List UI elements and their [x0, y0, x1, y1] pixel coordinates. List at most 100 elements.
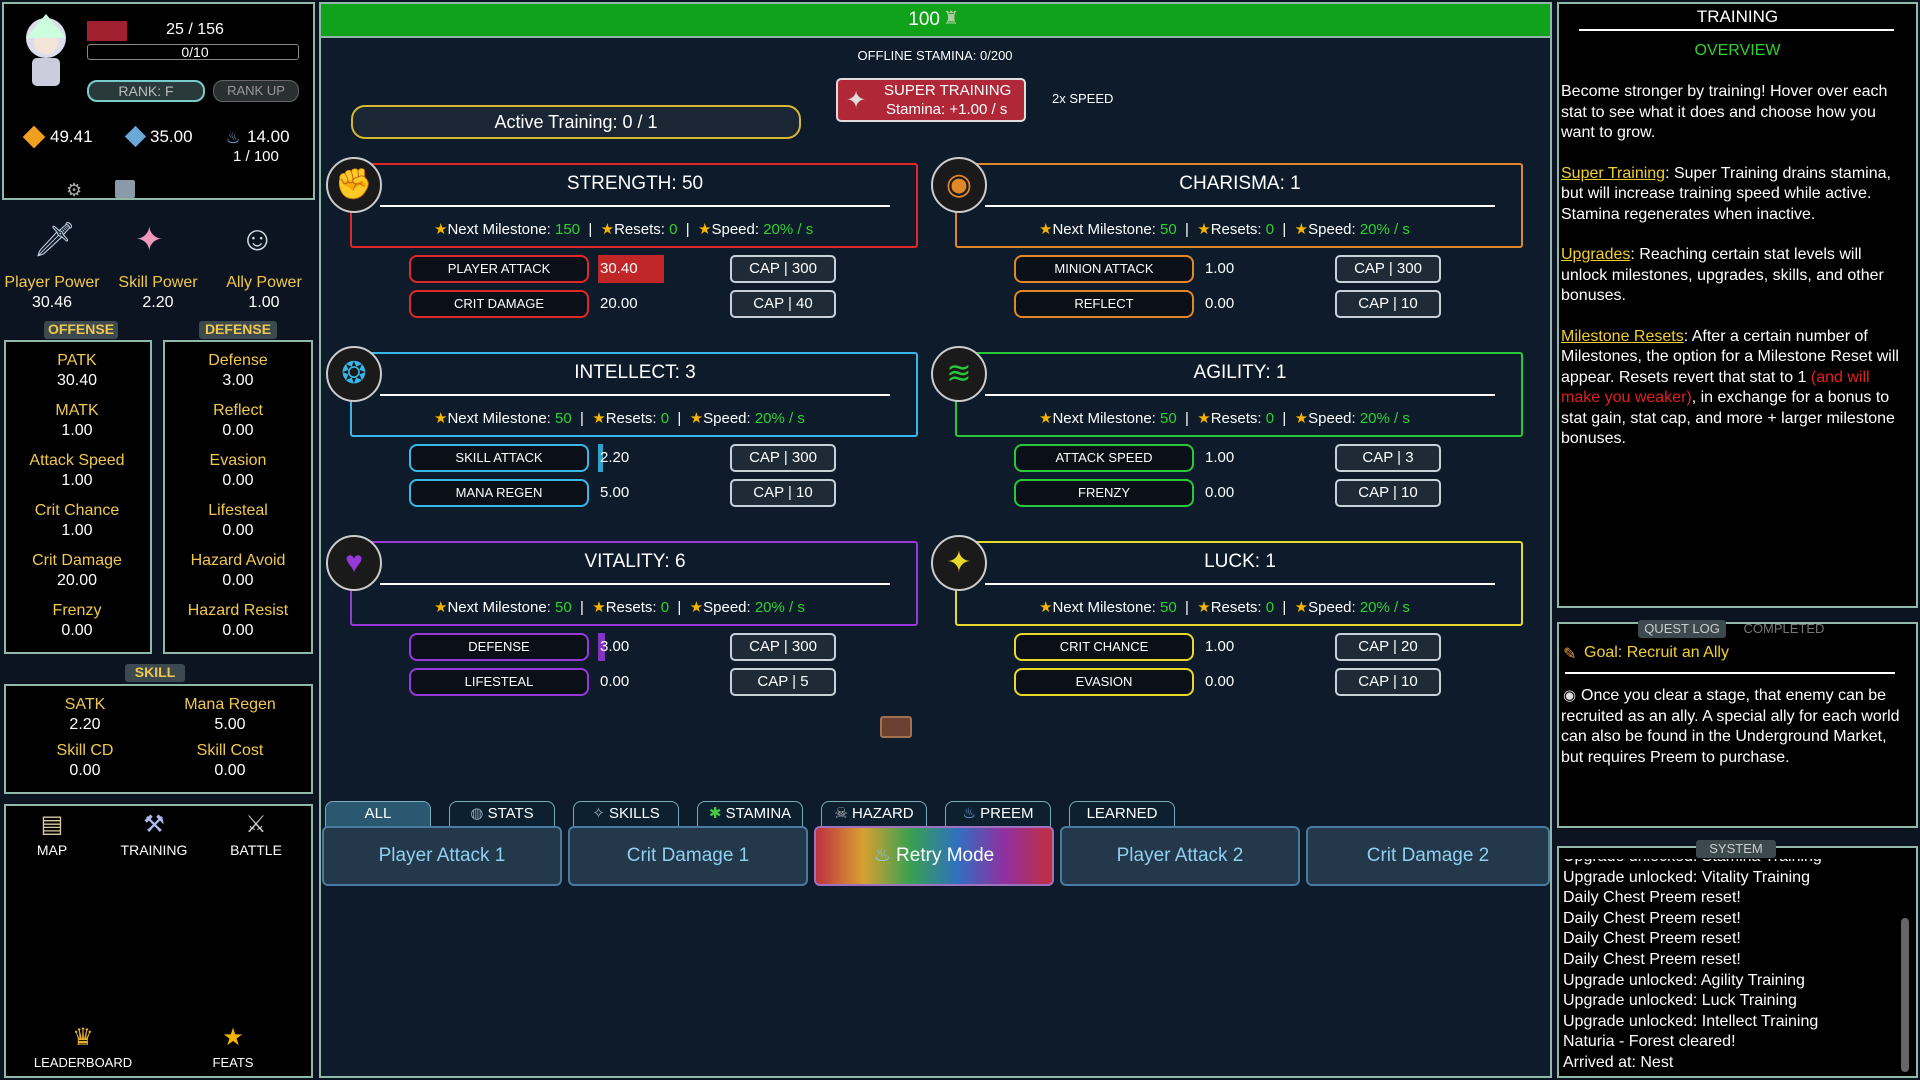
- rank-up-button[interactable]: RANK UP: [213, 80, 299, 102]
- cap-button[interactable]: CAP | 40: [730, 290, 836, 318]
- stat-name: CRIT DAMAGE: [409, 290, 589, 318]
- tab-stats[interactable]: ◍ STATS: [449, 801, 555, 827]
- milestone-value: 50: [1160, 599, 1177, 616]
- log-line: Daily Chest Preem reset!: [1563, 930, 1741, 948]
- quest-log-tab[interactable]: QUEST LOG: [1638, 620, 1726, 638]
- settings-icon[interactable]: ⚙: [66, 180, 82, 201]
- map-label: MAP: [36, 842, 68, 858]
- trophy-icon: ♛: [72, 1024, 94, 1051]
- training-button[interactable]: ⚒ TRAINING: [114, 810, 194, 858]
- stat-value: 1.00: [1205, 260, 1235, 277]
- chest-icon[interactable]: [880, 716, 912, 738]
- stat-name: REFLECT: [1014, 290, 1194, 318]
- upgrades-link[interactable]: Upgrades: [1561, 246, 1630, 263]
- super-training-link[interactable]: Super Training: [1561, 165, 1665, 182]
- system-header: SYSTEM: [1696, 840, 1776, 858]
- cap-button[interactable]: CAP | 10: [1335, 290, 1441, 318]
- system-scrollbar[interactable]: [1901, 918, 1909, 1072]
- super-training-sub: Stamina: +1.00 / s: [886, 101, 1008, 118]
- tab-hazard[interactable]: ☠ HAZARD: [821, 801, 927, 827]
- stat-name: PLAYER ATTACK: [409, 255, 589, 283]
- cap-button[interactable]: CAP | 3: [1335, 444, 1441, 472]
- mana-regen-label: Mana Regen: [184, 696, 276, 713]
- quick-crit-damage-1[interactable]: Crit Damage 1: [568, 826, 808, 886]
- skill-header: SKILL: [125, 664, 185, 682]
- skill-cost-value: 0.00: [214, 762, 246, 779]
- star-icon: ★: [592, 410, 606, 427]
- skill-cd-label: Skill CD: [56, 742, 114, 759]
- stat-card-title: CHARISMA: 1: [1179, 173, 1301, 194]
- cap-button[interactable]: CAP | 300: [730, 255, 836, 283]
- cap-button[interactable]: CAP | 5: [730, 668, 836, 696]
- resets-value: 0: [1265, 221, 1275, 238]
- crit-damage-value: 20.00: [56, 572, 98, 589]
- log-line: Upgrade unlocked: Vitality Training: [1563, 868, 1810, 886]
- hazard-avoid-value: 0.00: [222, 572, 254, 589]
- info-intro: Become stronger by training! Hover over …: [1561, 83, 1888, 141]
- intellect-icon: ❂: [326, 346, 382, 402]
- completed-tab[interactable]: COMPLETED: [1736, 620, 1832, 638]
- stat-card-divider: [380, 205, 890, 207]
- gold-value: 49.41: [50, 127, 93, 146]
- tab-hazard-label: HAZARD: [851, 805, 914, 822]
- cap-button[interactable]: CAP | 10: [1335, 668, 1441, 696]
- quick-player-attack-1[interactable]: Player Attack 1: [322, 826, 562, 886]
- save-icon[interactable]: [115, 180, 135, 198]
- cap-button[interactable]: CAP | 10: [730, 479, 836, 507]
- info-body: Become stronger by training! Hover over …: [1561, 82, 1911, 470]
- tab-stamina-label: STAMINA: [725, 805, 792, 822]
- star-icon: ★: [1197, 410, 1211, 427]
- strength-icon: ✊: [326, 157, 382, 213]
- speed-label: Speed:: [1308, 599, 1356, 616]
- speed-value: 20% / s: [754, 410, 805, 427]
- hp-text: 25 / 156: [166, 21, 224, 38]
- speed-label: Speed:: [703, 599, 751, 616]
- star-icon: ★: [1294, 599, 1309, 616]
- milestone-row: ★Next Milestone: 50 | ★Resets: 0 | ★Spee…: [434, 599, 805, 616]
- resets-value: 0: [1265, 410, 1275, 427]
- star-icon: ★: [434, 599, 448, 616]
- log-line: Daily Chest Preem reset!: [1563, 889, 1741, 907]
- super-training-button[interactable]: ✦ SUPER TRAINING Stamina: +1.00 / s: [836, 78, 1026, 122]
- milestone-label: Next Milestone:: [1052, 221, 1156, 238]
- tab-skills-label: SKILLS: [608, 805, 660, 822]
- tab-skills[interactable]: ✧ SKILLS: [573, 801, 679, 827]
- log-line: Upgrade unlocked: Agility Training: [1563, 971, 1805, 989]
- hazard-avoid-label: Hazard Avoid: [190, 552, 286, 569]
- stat-card-title: STRENGTH: 50: [566, 173, 704, 194]
- stat-value: 5.00: [600, 484, 630, 501]
- resets-value: 0: [1265, 599, 1275, 616]
- info-title-line: [1579, 29, 1894, 31]
- tab-stamina[interactable]: ✱ STAMINA: [697, 801, 803, 827]
- stat-card-divider: [985, 583, 1495, 585]
- cap-button[interactable]: CAP | 300: [730, 444, 836, 472]
- leaderboard-button[interactable]: ♛ LEADERBOARD: [28, 1023, 138, 1070]
- quick-player-attack-2[interactable]: Player Attack 2: [1060, 826, 1300, 886]
- log-line: Naturia - Forest cleared!: [1563, 1033, 1736, 1051]
- leaderboard-label: LEADERBOARD: [33, 1055, 133, 1070]
- quick-crit-damage-2[interactable]: Crit Damage 2: [1306, 826, 1550, 886]
- cap-button[interactable]: CAP | 300: [1335, 255, 1441, 283]
- map-button[interactable]: ▤ MAP: [22, 810, 82, 858]
- avatar[interactable]: [18, 14, 74, 90]
- quest-goal: Goal: Recruit an Ally: [1584, 644, 1729, 661]
- milestone-label: Next Milestone:: [447, 599, 551, 616]
- retry-mode-button[interactable]: ♨ Retry Mode: [814, 826, 1054, 886]
- feats-button[interactable]: ★ FEATS: [208, 1023, 258, 1070]
- tab-all[interactable]: ALL: [325, 801, 431, 827]
- feats-label: FEATS: [212, 1055, 254, 1070]
- battle-button[interactable]: ⚔ BATTLE: [225, 810, 287, 858]
- ally-power-label: Ally Power: [226, 274, 302, 291]
- cap-button[interactable]: CAP | 10: [1335, 479, 1441, 507]
- stat-name: EVASION: [1014, 668, 1194, 696]
- milestone-row: ★Next Milestone: 50 | ★Resets: 0 | ★Spee…: [1039, 221, 1410, 238]
- hazard-resist-value: 0.00: [222, 622, 254, 639]
- star-icon: ★: [1294, 410, 1309, 427]
- tab-preem[interactable]: ♨ PREEM: [945, 801, 1051, 827]
- star-icon: ★: [600, 221, 615, 238]
- tab-learned[interactable]: LEARNED: [1069, 801, 1175, 827]
- cap-button[interactable]: CAP | 300: [730, 633, 836, 661]
- milestone-resets-link[interactable]: Milestone Resets: [1561, 328, 1684, 345]
- hazard-resist-label: Hazard Resist: [187, 602, 289, 619]
- cap-button[interactable]: CAP | 20: [1335, 633, 1441, 661]
